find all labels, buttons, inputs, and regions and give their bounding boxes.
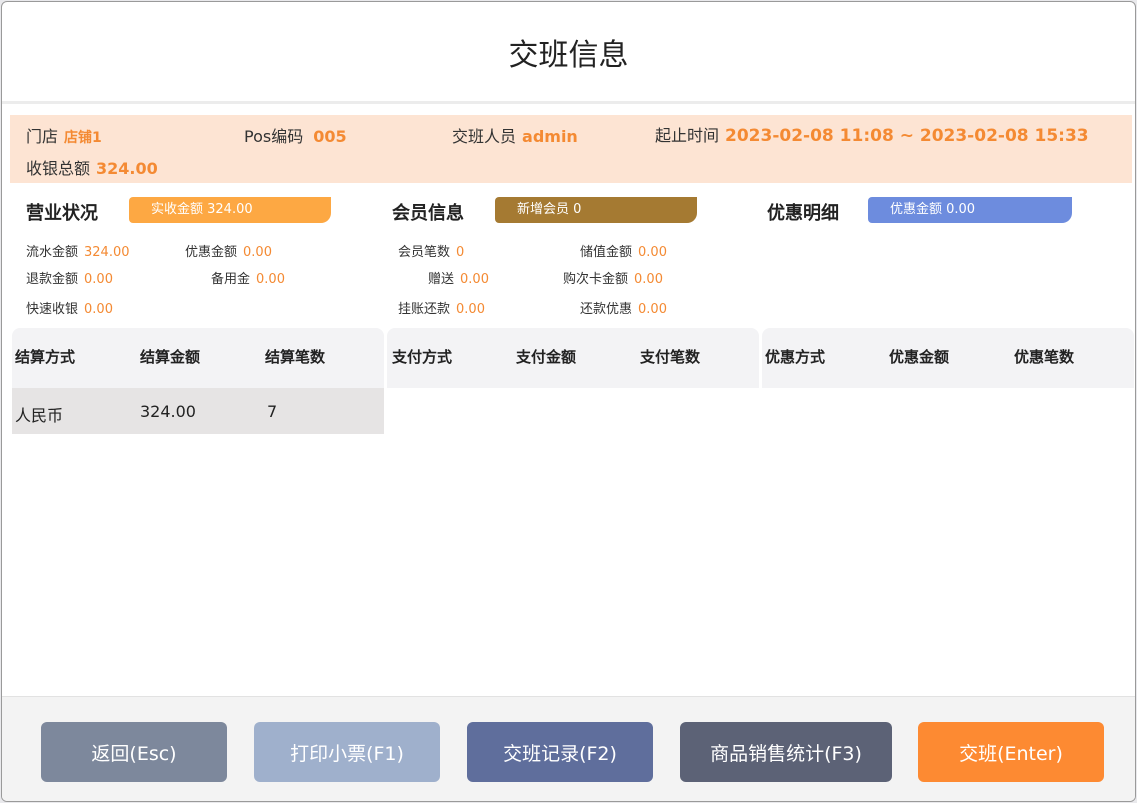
promo-amount-header: 优惠金额: [889, 348, 950, 366]
discount-amount: 优惠金额 0.00: [185, 245, 272, 260]
promo-method-header: 优惠方式: [765, 348, 826, 366]
confirm-shift-button[interactable]: 交班(Enter): [918, 722, 1104, 782]
store-value: 店铺1: [64, 130, 102, 146]
shift-info-dialog: 交班信息 门店 店铺1 Pos编码 005 交班人员 admin 起止时间 2023-0…: [1, 1, 1136, 802]
back-button[interactable]: 返回(Esc): [41, 722, 227, 782]
pos-info: Pos编码 005: [244, 127, 347, 146]
pay-method-header: 支付方式: [392, 348, 453, 366]
gift-amount: 赠送 0.00: [428, 272, 489, 287]
title-bar: 交班信息: [2, 2, 1135, 104]
shift-records-button[interactable]: 交班记录(F2): [467, 722, 653, 782]
refund-amount: 退款金额 0.00: [26, 272, 113, 287]
total-info: 收银总额 324.00: [26, 159, 158, 178]
member-count: 会员笔数 0: [398, 245, 465, 260]
time-info: 起止时间 2023-02-08 11:08 ~ 2023-02-08 15:33: [655, 126, 1089, 146]
promo-amount-badge: 优惠金额 0.00: [868, 197, 1072, 223]
settle-count-header: 结算笔数: [265, 348, 326, 366]
page-title: 交班信息: [508, 37, 629, 73]
card-amount: 购次卡金额 0.00: [563, 272, 663, 287]
staff-value: admin: [522, 127, 578, 146]
settle-method-header: 结算方式: [15, 348, 76, 366]
shift-summary-band: 门店 店铺1 Pos编码 005 交班人员 admin 起止时间 2023-02-08 …: [10, 115, 1132, 183]
business-paid-badge: 实收金额 324.00: [129, 197, 331, 223]
member-title: 会员信息: [392, 203, 464, 224]
credit-repayment: 挂账还款 0.00: [398, 302, 485, 317]
settle-amount-header: 结算金额: [140, 348, 201, 366]
staff-info: 交班人员 admin: [452, 127, 578, 146]
time-value: 2023-02-08 11:08 ~ 2023-02-08 15:33: [725, 126, 1089, 146]
settle-count-cell: 7: [267, 402, 278, 421]
pos-value: 005: [313, 127, 347, 146]
quick-cashier: 快速收银 0.00: [26, 302, 113, 317]
new-member-badge: 新增会员 0: [495, 197, 697, 223]
repay-discount: 还款优惠 0.00: [580, 302, 667, 317]
print-receipt-button[interactable]: 打印小票(F1): [254, 722, 440, 782]
store-info: 门店 店铺1: [26, 127, 102, 146]
promo-title: 优惠明细: [767, 203, 839, 224]
flow-amount: 流水金额 324.00: [26, 245, 130, 260]
settle-amount-cell: 324.00: [140, 402, 196, 421]
business-title: 营业状况: [26, 203, 98, 224]
stored-value-amount: 储值金额 0.00: [580, 245, 667, 260]
pay-amount-header: 支付金额: [516, 348, 577, 366]
pay-count-header: 支付笔数: [640, 348, 701, 366]
reserve-fund: 备用金 0.00: [211, 272, 285, 287]
promo-count-header: 优惠笔数: [1014, 348, 1075, 366]
sales-stats-button[interactable]: 商品销售统计(F3): [680, 722, 892, 782]
settle-method-cell: 人民币: [15, 406, 64, 425]
total-value: 324.00: [96, 159, 158, 178]
table-row[interactable]: [12, 388, 384, 434]
